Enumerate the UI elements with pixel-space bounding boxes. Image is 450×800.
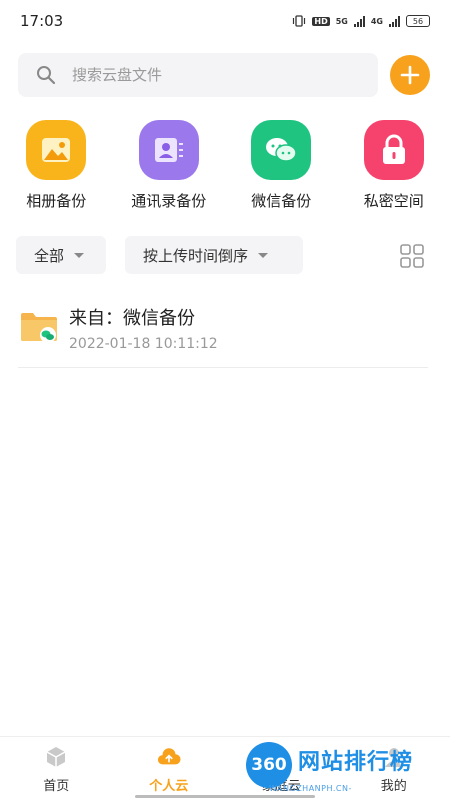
file-name: 来自：微信备份 [69,308,195,329]
caret-down-icon [74,252,85,258]
hd-badge: HD [312,16,330,26]
wechat-backup-button[interactable]: 微信备份 [225,120,338,220]
personal-cloud-icon [157,748,181,765]
signal-bars-icon [353,15,365,27]
file-date: 2022-01-18 10:11:12 [69,336,218,352]
contacts-icon [138,120,199,180]
caret-down-icon [258,252,269,258]
search-row [18,53,432,97]
contacts-backup-button[interactable]: 通讯录备份 [113,120,226,220]
signal-5g-label: 5G [335,16,348,26]
nav-personal-cloud[interactable]: 个人云 [113,737,226,800]
nav-label: 首页 [43,779,70,794]
file-list-item[interactable]: 来自：微信备份 2022-01-18 10:11:12 [18,296,428,368]
scope-filter-label: 全部 [34,246,65,265]
backup-shortcuts: 相册备份 通讯录备份 微信备份 私密空间 [0,120,450,220]
vibrate-icon [293,15,306,27]
photo-backup-button[interactable]: 相册备份 [0,120,113,220]
status-bar: 17:03 HD 5G 4G 56 [0,0,450,42]
search-icon [37,66,56,85]
lock-icon [363,120,424,180]
backup-label: 私密空间 [363,192,424,210]
wechat-icon [251,120,312,180]
watermark-subtext: -WANGZHANPH.CN- [266,784,352,793]
watermark-text: 网站排行榜 [298,750,414,775]
sort-label: 按上传时间倒序 [143,246,249,265]
plus-icon [400,65,420,85]
watermark: 360 网站排行榜 -WANGZHANPH.CN- [246,740,450,798]
filter-row: 全部 按上传时间倒序 [16,236,434,274]
search-input[interactable] [72,66,332,84]
backup-label: 微信备份 [251,192,312,210]
backup-label: 通讯录备份 [131,192,207,210]
add-button[interactable] [390,55,430,95]
status-time: 17:03 [20,12,64,30]
battery-level: 56 [412,16,424,26]
grid-view-icon[interactable] [398,242,426,270]
photo-album-icon [26,120,87,180]
scope-filter-dropdown[interactable]: 全部 [16,236,106,274]
status-icons: HD 5G 4G 56 [292,15,430,27]
signal-bars-icon [389,15,400,27]
private-space-button[interactable]: 私密空间 [338,120,450,220]
home-cube-icon [46,747,66,767]
nav-home[interactable]: 首页 [0,737,113,800]
backup-label: 相册备份 [26,192,87,210]
search-box[interactable] [18,53,378,97]
signal-4g-label: 4G [370,16,383,26]
battery-icon: 56 [406,15,430,27]
watermark-logo: 360 [246,742,292,788]
nav-label: 个人云 [149,779,189,794]
wechat-folder-icon [21,313,57,343]
sort-dropdown[interactable]: 按上传时间倒序 [125,236,303,274]
